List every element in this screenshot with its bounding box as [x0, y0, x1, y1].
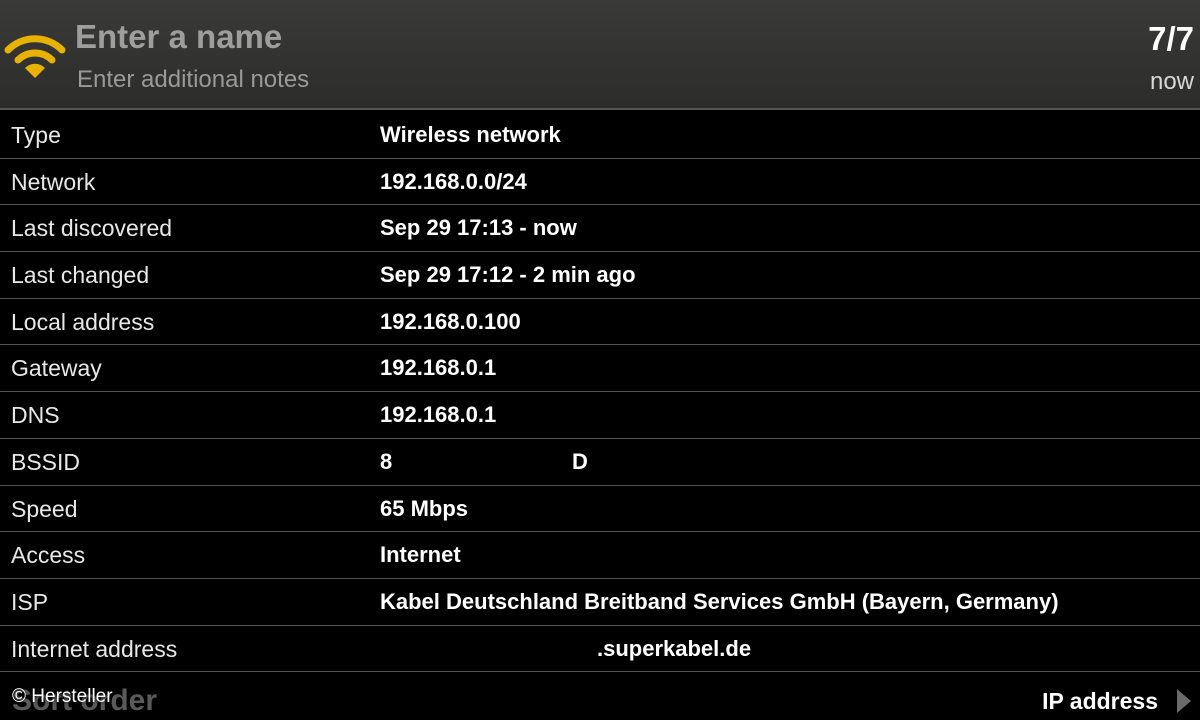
- detail-row-access: Access Internet: [0, 532, 1200, 579]
- sort-footer[interactable]: Sort order © Hersteller IP address: [0, 674, 1200, 720]
- detail-label: ISP: [11, 588, 49, 615]
- device-header: Enter a name Enter additional notes 7/7 …: [0, 0, 1200, 110]
- device-count: 7/7: [1148, 20, 1194, 57]
- bssid-value-start: 8: [380, 448, 393, 474]
- detail-label: Gateway: [11, 355, 102, 382]
- detail-label: DNS: [11, 402, 60, 429]
- detail-label: Access: [11, 542, 86, 569]
- wifi-icon: [4, 35, 66, 78]
- notes-input[interactable]: Enter additional notes: [77, 66, 309, 94]
- name-input[interactable]: Enter a name: [75, 18, 282, 56]
- detail-value: Sep 29 17:12 - 2 min ago: [380, 262, 636, 288]
- detail-row-network: Network 192.168.0.0/24: [0, 159, 1200, 206]
- detail-label: BSSID: [11, 448, 81, 475]
- detail-row-last-changed: Last changed Sep 29 17:12 - 2 min ago: [0, 252, 1200, 299]
- detail-label: Internet address: [11, 635, 178, 662]
- last-seen-time: now: [1149, 68, 1194, 95]
- detail-label: Last discovered: [11, 215, 173, 242]
- detail-value: Wireless network: [380, 122, 561, 147]
- detail-row-internet-address: Internet address .superkabel.de: [0, 626, 1200, 673]
- detail-value: 192.168.0.1: [380, 402, 497, 428]
- detail-value: 192.168.0.1: [380, 355, 497, 381]
- detail-label: Type: [11, 122, 61, 148]
- detail-row-local-address: Local address 192.168.0.100: [0, 299, 1200, 346]
- detail-row-speed: Speed 65 Mbps: [0, 486, 1200, 533]
- detail-value: 192.168.0.0/24: [380, 168, 527, 194]
- detail-value: Kabel Deutschland Breitband Services Gmb…: [380, 588, 1059, 614]
- detail-row-last-discovered: Last discovered Sep 29 17:13 - now: [0, 205, 1200, 253]
- detail-value: 65 Mbps: [380, 495, 469, 521]
- detail-value: .superkabel.de: [597, 635, 752, 661]
- detail-label: Last changed: [11, 262, 150, 289]
- detail-row-bssid: BSSID 8 D: [0, 439, 1200, 486]
- detail-label: Speed: [11, 495, 78, 522]
- detail-value: Sep 29 17:13 - now: [380, 215, 577, 241]
- details-list: Type Wireless network Network 192.168.0.…: [0, 112, 1200, 673]
- image-credit: © Hersteller: [12, 686, 113, 707]
- detail-value: 192.168.0.100: [380, 308, 521, 334]
- detail-row-type: Type Wireless network: [0, 112, 1200, 159]
- detail-label: Local address: [11, 308, 155, 335]
- sort-value[interactable]: IP address: [1042, 688, 1158, 715]
- detail-row-dns: DNS 192.168.0.1: [0, 392, 1200, 439]
- bssid-value-end: D: [572, 448, 588, 474]
- chevron-right-icon[interactable]: [1174, 686, 1194, 716]
- detail-value: Internet: [380, 542, 461, 568]
- detail-row-isp: ISP Kabel Deutschland Breitband Services…: [0, 579, 1200, 626]
- detail-row-gateway: Gateway 192.168.0.1: [0, 345, 1200, 393]
- detail-label: Network: [11, 168, 96, 195]
